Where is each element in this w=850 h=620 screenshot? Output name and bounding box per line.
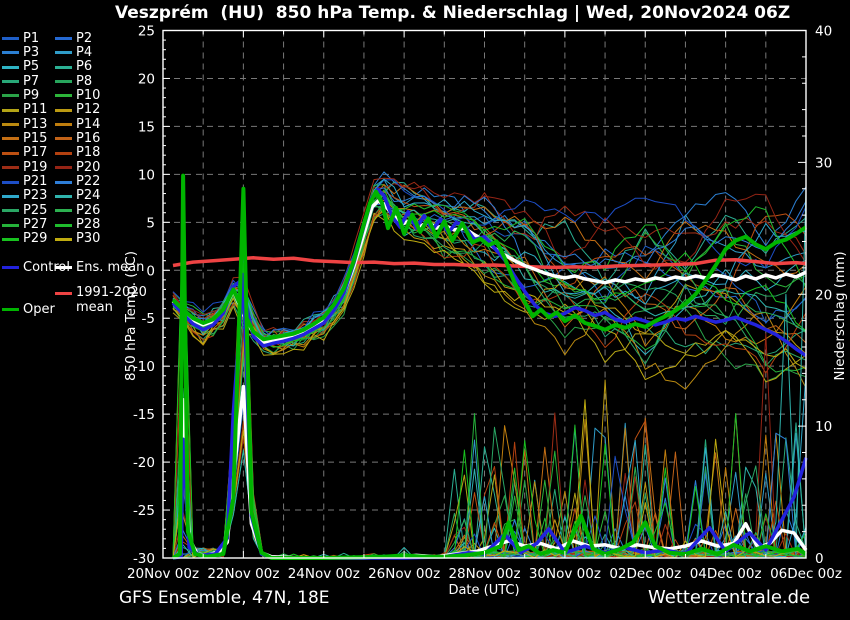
model-info-text: GFS Ensemble, 47N, 18E [119,588,330,608]
y-left-tick-label: 10 [138,167,155,183]
y-left-tick-label: 0 [146,263,155,279]
y-left-tick-label: 20 [138,71,155,87]
y-right-tick-label: 40 [815,24,832,40]
site-watermark: Wetterzentrale.de [648,587,810,608]
y-left-tick-label: -25 [133,503,155,519]
member-line-P16-temp [173,210,806,347]
climatology-layer [173,258,806,268]
x-tick-label: 06Dec 00z [770,566,842,582]
x-tick-label: 20Nov 00z [127,566,199,582]
x-tick-label: 24Nov 00z [288,566,360,582]
ensemble-chart-page: Veszprém (HU) 850 hPa Temp. & Niederschl… [0,0,850,620]
y-axis-label-precip: Niederschlag (mm) [832,251,848,380]
y-axis-label-temp: 850 hPa Temp. (°C) [123,251,139,381]
member-line-P8-precip [173,311,806,558]
y-left-tick-label: -5 [142,311,155,327]
x-tick-label: 22Nov 00z [207,566,279,582]
y-right-tick-label: 10 [815,419,832,435]
x-tick-label: 04Dec 00z [690,566,762,582]
member-line-P14-precip [173,318,806,558]
y-left-tick-label: 15 [138,119,155,135]
y-left-tick-label: -20 [133,455,155,471]
member-line-P30-precip [173,400,806,558]
x-tick-labels: 20Nov 00z 22Nov 00z 24Nov 00z 26Nov 00z 28No… [127,566,842,582]
member-line-P25-precip [173,264,806,558]
climatology-mean-line [173,258,806,268]
y-left-tick-label: 25 [138,24,155,40]
y-right-tick-label: 30 [815,155,832,171]
y-left-tick-label: 5 [146,215,155,231]
x-tick-label: 30Nov 00z [529,566,601,582]
y-left-tick-label: -30 [133,551,155,567]
gridlines [163,31,806,559]
y-left-tick-label: -15 [133,407,155,423]
x-tick-label: 28Nov 00z [448,566,520,582]
x-tick-label: 26Nov 00z [368,566,440,582]
y-right-tick-label: 20 [815,287,832,303]
y-right-tick-labels: 0 10 20 30 40 [815,24,832,568]
y-right-tick-label: 0 [815,551,824,567]
ensemble-members-temp [173,172,806,389]
x-tick-label: 02Dec 00z [609,566,681,582]
member-line-P18-temp [173,205,806,373]
x-axis-label: Date (UTC) [448,583,519,598]
